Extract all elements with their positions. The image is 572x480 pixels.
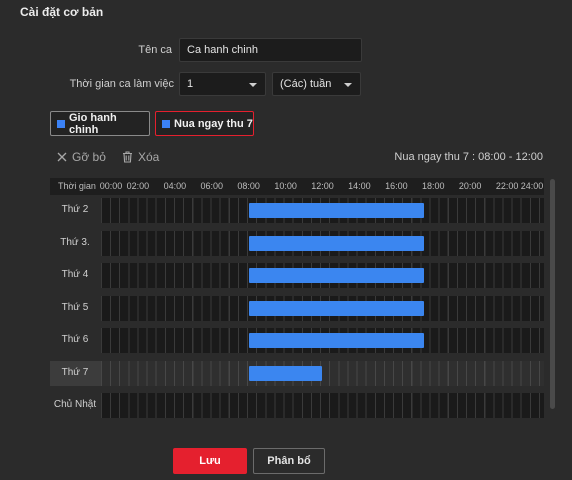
hour-tick-label: 06:00	[200, 181, 224, 191]
day-time-track[interactable]	[101, 328, 544, 353]
remove-button[interactable]: Gỡ bỏ	[57, 150, 106, 164]
day-time-track[interactable]	[101, 198, 544, 223]
shift-tag-gio-hanh-chinh[interactable]: Gio hanh chinh	[50, 111, 150, 136]
hour-tick-label: 14:00	[348, 181, 371, 191]
day-label: Thứ 6	[61, 334, 89, 345]
shift-segment[interactable]	[248, 365, 323, 381]
shift-tag-label: Nua ngay thu 7	[174, 117, 253, 130]
chevron-down-icon	[249, 83, 257, 87]
delete-button[interactable]: Xóa	[122, 150, 159, 164]
duration-unit-value: (Các) tuần	[280, 78, 332, 90]
delete-label: Xóa	[138, 150, 160, 164]
hour-tick-label: 20:00	[458, 181, 482, 191]
day-label: Thứ 2	[61, 204, 89, 215]
day-row[interactable]: Thứ 6	[50, 328, 544, 353]
page-title: Cài đặt cơ bản	[20, 5, 104, 19]
hour-tick-label: 18:00	[421, 181, 445, 191]
hour-tick-label: 02:00	[126, 181, 150, 191]
hour-tick-label: 04:00	[163, 181, 187, 191]
duration-select[interactable]: 1	[179, 72, 266, 96]
day-row[interactable]: Chủ Nhật	[50, 393, 544, 418]
day-label: Thứ 5	[61, 301, 89, 313]
day-row[interactable]: Thứ 3.	[50, 230, 544, 256]
day-time-track[interactable]	[101, 230, 544, 256]
day-time-track[interactable]	[101, 360, 544, 386]
shift-tag-label: Gio hanh chinh	[69, 111, 117, 136]
hour-tick-label: 00:00	[99, 181, 123, 191]
hour-tick-label: 10:00	[274, 181, 297, 191]
shift-segment[interactable]	[248, 203, 424, 218]
shift-segment[interactable]	[248, 268, 424, 283]
day-row[interactable]: Thứ 7	[50, 360, 544, 386]
close-icon	[57, 152, 67, 162]
day-time-track[interactable]	[101, 393, 544, 418]
day-label: Chủ Nhật	[53, 399, 97, 410]
save-button[interactable]: Lưu	[173, 448, 247, 474]
day-label: Thứ 7	[61, 366, 89, 378]
day-label: Thứ 3.	[60, 236, 90, 248]
color-swatch	[57, 119, 65, 128]
day-time-track[interactable]	[101, 295, 544, 321]
day-label: Thứ 4	[61, 269, 89, 280]
hour-tick-label: 22:00	[495, 181, 519, 191]
hour-tick-label: 12:00	[311, 181, 334, 191]
color-swatch	[162, 119, 170, 128]
shift-tag-nua-ngay-thu-7[interactable]: Nua ngay thu 7	[155, 111, 254, 136]
day-row[interactable]: Thứ 2	[50, 198, 544, 223]
selected-range-info: Nua ngay thu 7 : 08:00 - 12:00	[394, 151, 543, 163]
day-row[interactable]: Thứ 4	[50, 263, 544, 288]
hour-tick-label: 16:00	[385, 181, 408, 191]
shift-segment[interactable]	[248, 333, 424, 348]
hour-tick-label: 08:00	[237, 181, 260, 191]
time-axis-header: Thời gian 00:00 02:00 04:00 06:00 08:00 10:00…	[50, 178, 544, 195]
shift-segment[interactable]	[248, 300, 424, 316]
apply-button[interactable]: Phân bổ	[253, 448, 325, 474]
weekly-schedule-grid: Thời gian 00:00 02:00 04:00 06:00 08:00 10:00…	[50, 178, 544, 420]
day-row[interactable]: Thứ 5	[50, 295, 544, 321]
duration-unit-select[interactable]: (Các) tuần	[272, 72, 361, 96]
trash-icon	[123, 151, 132, 163]
shift-duration-label: Thời gian ca làm việc	[69, 78, 174, 90]
grid-scrollbar[interactable]	[550, 179, 555, 409]
chevron-down-icon	[344, 83, 352, 87]
hour-tick-label: 24:00	[520, 181, 544, 191]
shift-name-value: Ca hanh chinh	[187, 44, 258, 56]
day-time-track[interactable]	[101, 263, 544, 288]
duration-value: 1	[187, 78, 194, 90]
remove-label: Gỡ bỏ	[72, 150, 106, 164]
shift-name-input[interactable]: Ca hanh chinh	[179, 38, 362, 62]
time-corner-label: Thời gian	[58, 181, 96, 191]
shift-segment[interactable]	[248, 235, 424, 251]
shift-name-label: Tên ca	[138, 44, 172, 56]
